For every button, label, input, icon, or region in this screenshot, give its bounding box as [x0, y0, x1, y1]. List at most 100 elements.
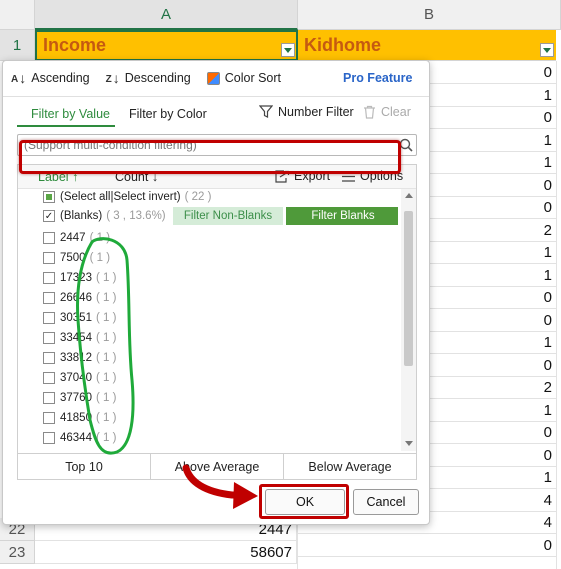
filter-dropdown-kidhome[interactable]: [540, 43, 554, 57]
row-header-23[interactable]: 23: [0, 541, 35, 564]
value-checkbox[interactable]: [43, 252, 55, 264]
below-average-button[interactable]: Below Average: [284, 454, 416, 479]
tab-filter-by-color[interactable]: Filter by Color: [129, 107, 207, 121]
value-checkbox[interactable]: [43, 312, 55, 324]
ok-highlight-box: [259, 484, 349, 519]
value-label: 37040: [60, 372, 92, 384]
value-count: ( 1 ): [95, 412, 117, 424]
value-checkbox[interactable]: [43, 292, 55, 304]
clear-label: Clear: [381, 105, 411, 119]
filter-search-input[interactable]: [17, 134, 417, 156]
chevron-down-icon: [284, 47, 292, 53]
scroll-down-icon[interactable]: [405, 441, 413, 446]
list-item[interactable]: 17323( 1 ): [43, 269, 116, 287]
value-count: ( 1 ): [95, 332, 117, 344]
divider: [3, 96, 429, 97]
export-icon: [275, 169, 290, 183]
select-all-count: ( 22 ): [184, 191, 212, 203]
color-sort-button[interactable]: Color Sort: [199, 65, 289, 91]
sort-descending-button[interactable]: Z ↓ Descending: [98, 65, 199, 91]
scroll-up-icon[interactable]: [405, 193, 413, 198]
blanks-checkbox[interactable]: ✓: [43, 210, 55, 222]
above-average-button[interactable]: Above Average: [151, 454, 284, 479]
blanks-entry: ✓ (Blanks) ( 3 , 13.6%): [43, 207, 166, 225]
sort-descending-icon: Z ↓: [105, 70, 120, 86]
label-sort-button[interactable]: Label ↑: [38, 170, 78, 184]
cancel-button[interactable]: Cancel: [353, 489, 419, 515]
options-label: Options: [360, 169, 404, 183]
sort-ascending-icon: A ↓: [11, 70, 27, 86]
column-header-a[interactable]: A: [35, 0, 298, 30]
cell-a23[interactable]: 58607: [35, 541, 297, 564]
funnel-icon: [259, 105, 273, 118]
value-count: ( 1 ): [95, 372, 117, 384]
export-label: Export: [294, 169, 331, 183]
value-checkbox[interactable]: [43, 372, 55, 384]
value-checkbox[interactable]: [43, 232, 55, 244]
number-filter-label: Number Filter: [278, 105, 354, 119]
export-button[interactable]: Export: [275, 169, 330, 183]
trash-icon: [364, 105, 375, 119]
list-item-select-all[interactable]: (Select all|Select invert) ( 22 ): [43, 189, 211, 206]
list-item[interactable]: 26646( 1 ): [43, 289, 116, 307]
column-header-b[interactable]: B: [298, 0, 561, 30]
value-count: ( 1 ): [95, 312, 117, 324]
arrow-up-icon: ↑: [72, 170, 79, 184]
scroll-thumb[interactable]: [404, 211, 413, 366]
value-label: 2447: [60, 232, 86, 244]
header-cell-income[interactable]: Income: [35, 30, 298, 61]
select-all-checkbox[interactable]: [43, 191, 55, 203]
value-checkbox[interactable]: [43, 392, 55, 404]
sort-ascending-button[interactable]: A ↓ Ascending: [3, 65, 98, 91]
blanks-label: (Blanks): [60, 210, 103, 222]
value-label: 33454: [60, 332, 92, 344]
value-checkbox[interactable]: [43, 432, 55, 444]
header-cell-kidhome[interactable]: Kidhome: [298, 30, 556, 61]
blanks-count: ( 3 , 13.6%): [106, 210, 166, 222]
list-item[interactable]: 41850( 1 ): [43, 409, 116, 427]
quick-filter-bar: Top 10 Above Average Below Average: [17, 454, 417, 480]
value-checkbox[interactable]: [43, 352, 55, 364]
select-all-corner[interactable]: [0, 0, 35, 30]
filter-dropdown-income[interactable]: [281, 43, 295, 57]
filter-blanks-button[interactable]: Filter Blanks: [286, 207, 398, 225]
clear-button[interactable]: Clear: [363, 105, 411, 119]
filter-non-blanks-button[interactable]: Filter Non-Blanks: [173, 207, 283, 225]
pro-feature-link[interactable]: Pro Feature: [343, 71, 412, 85]
search-icon[interactable]: [399, 138, 413, 152]
select-all-label: (Select all|Select invert): [60, 191, 181, 203]
list-item[interactable]: 37040( 1 ): [43, 369, 116, 387]
list-item[interactable]: 46344( 1 ): [43, 429, 116, 447]
value-label: 17323: [60, 272, 92, 284]
color-sort-label: Color Sort: [224, 71, 282, 85]
list-item[interactable]: 33454( 1 ): [43, 329, 116, 347]
row-header-1[interactable]: 1: [0, 30, 35, 61]
count-sort-button[interactable]: Count ↓: [115, 170, 158, 184]
value-label: 7500: [60, 252, 86, 264]
value-checkbox[interactable]: [43, 412, 55, 424]
value-checkbox[interactable]: [43, 272, 55, 284]
value-label: 37760: [60, 392, 92, 404]
value-count: ( 1 ): [95, 352, 117, 364]
chevron-down-icon: [543, 47, 551, 53]
header-cell-kidhome-label: Kidhome: [304, 34, 382, 55]
options-button[interactable]: Options: [342, 169, 403, 183]
value-checkbox[interactable]: [43, 332, 55, 344]
list-item[interactable]: 30351( 1 ): [43, 309, 116, 327]
active-tab-underline: [17, 125, 115, 127]
list-item[interactable]: 2447( 1 ): [43, 229, 110, 247]
tab-filter-by-value[interactable]: Filter by Value: [31, 107, 110, 121]
list-scrollbar[interactable]: [401, 189, 416, 451]
list-item[interactable]: 33812( 1 ): [43, 349, 116, 367]
number-filter-button[interactable]: Number Filter: [259, 105, 354, 119]
list-item[interactable]: 7500( 1 ): [43, 249, 110, 267]
sort-descending-label: Descending: [124, 71, 191, 85]
top10-button[interactable]: Top 10: [18, 454, 151, 479]
value-label: 33812: [60, 352, 92, 364]
filter-dialog: A ↓ Ascending Z ↓ Descending Color Sort Pr…: [2, 60, 430, 525]
cell-b23[interactable]: 0: [298, 534, 556, 557]
list-item-blanks[interactable]: ✓ (Blanks) ( 3 , 13.6%) Filter Non-Blank…: [23, 205, 398, 227]
value-label: 46344: [60, 432, 92, 444]
list-item[interactable]: 37760( 1 ): [43, 389, 116, 407]
value-label: 26646: [60, 292, 92, 304]
